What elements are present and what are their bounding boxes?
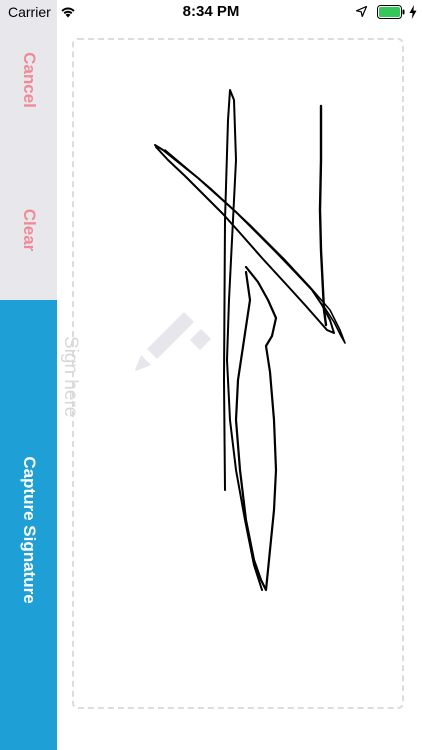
- status-bar: Carrier 8:34 PM: [0, 0, 422, 24]
- clear-button[interactable]: Clear: [0, 195, 57, 265]
- sign-here-placeholder: Sign here: [60, 336, 81, 418]
- location-icon: [356, 6, 367, 17]
- capture-signature-button[interactable]: Capture Signature: [0, 420, 57, 640]
- clear-button-label: Clear: [19, 208, 39, 252]
- signature-screen: Carrier 8:34 PM Cancel Clear Capture Sig…: [0, 0, 422, 750]
- battery-icon: [377, 5, 405, 19]
- charging-icon: [409, 5, 417, 19]
- action-sidebar: Cancel Clear Capture Signature: [0, 0, 57, 750]
- capture-signature-label: Capture Signature: [19, 456, 39, 604]
- pen-icon: [135, 312, 211, 371]
- cancel-button[interactable]: Cancel: [0, 40, 57, 120]
- cancel-button-label: Cancel: [19, 52, 39, 108]
